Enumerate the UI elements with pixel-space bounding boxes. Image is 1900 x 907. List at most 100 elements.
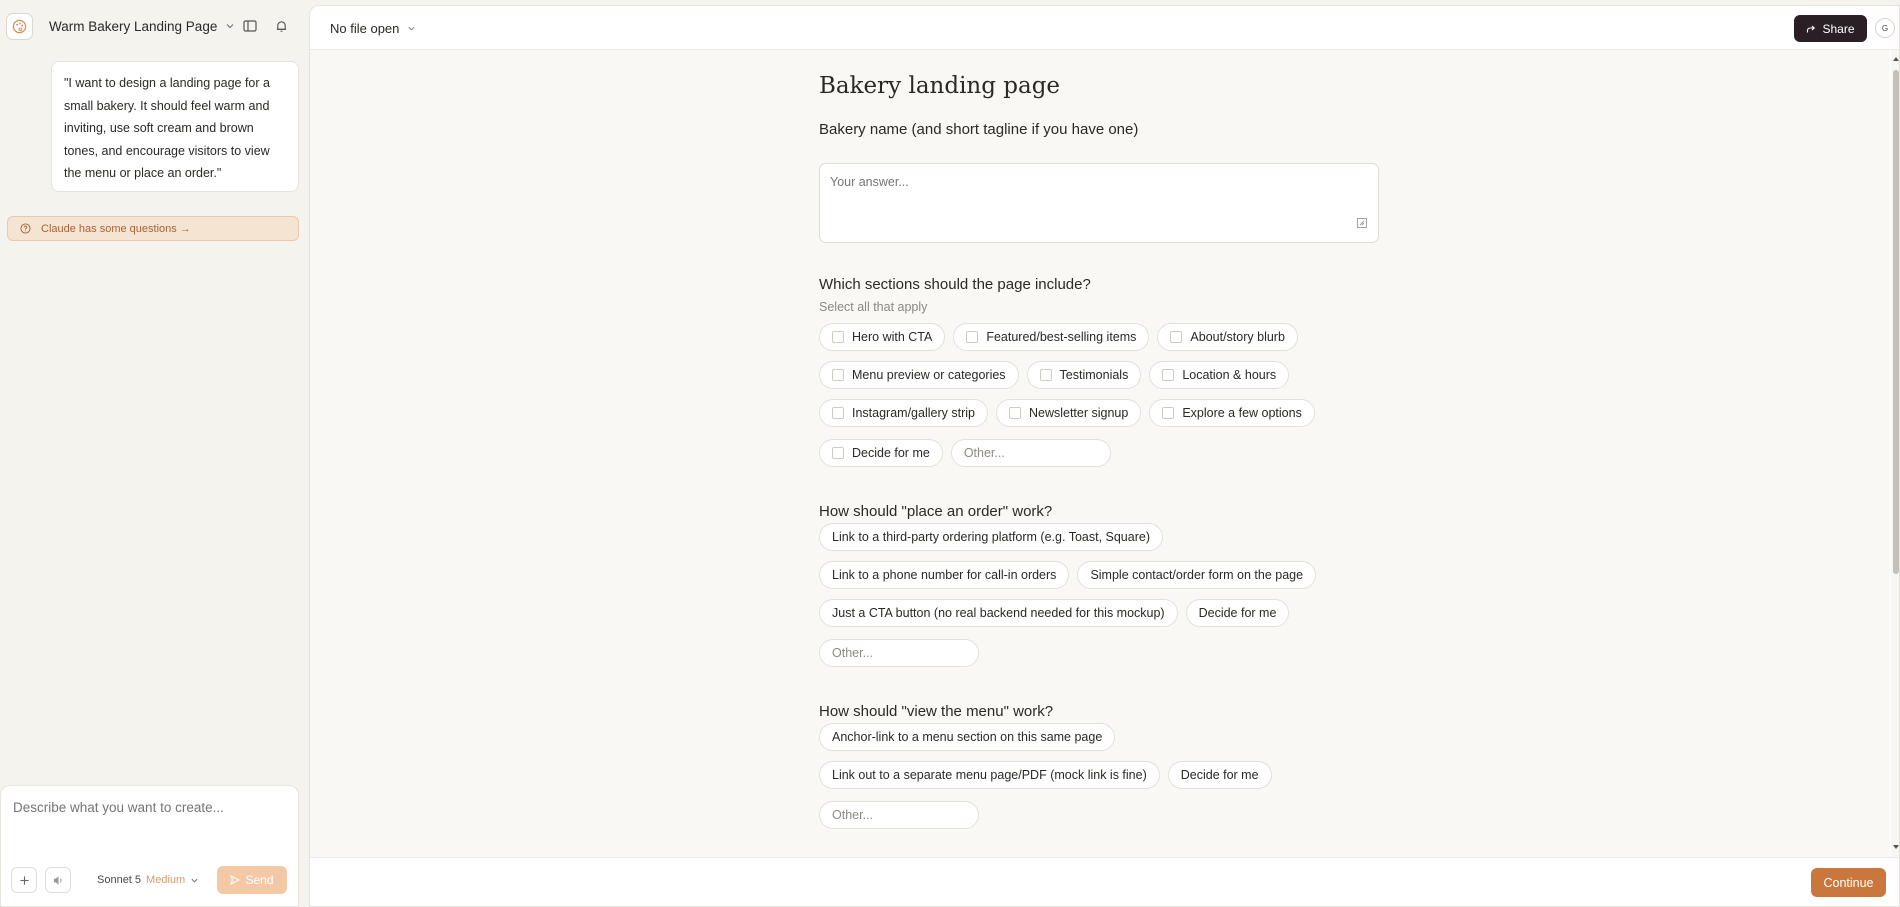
notification-icon[interactable] xyxy=(271,16,291,36)
share-arrow-icon xyxy=(1806,24,1816,34)
order-other-input[interactable]: Other... xyxy=(819,639,979,667)
question-sections-hint: Select all that apply xyxy=(819,300,928,314)
menu-other-input[interactable]: Other... xyxy=(819,801,979,829)
questions-notice-label: Claude has some questions → xyxy=(41,222,191,235)
questions-notice[interactable]: Claude has some questions → xyxy=(7,216,299,241)
checkbox[interactable] xyxy=(1008,407,1021,419)
checkbox[interactable] xyxy=(966,331,979,343)
option-label: Link to a third-party ordering platform … xyxy=(832,530,1150,544)
palette-icon[interactable] xyxy=(6,12,33,40)
option-label: Instagram/gallery strip xyxy=(852,406,975,420)
option-hero-with-cta[interactable]: Hero with CTA xyxy=(819,323,946,351)
avatar[interactable]: G xyxy=(1875,18,1895,38)
file-selector[interactable]: No file open xyxy=(330,21,416,36)
topbar: No file open Share G xyxy=(310,6,1899,50)
option-phone-orders[interactable]: Link to a phone number for call-in order… xyxy=(819,561,1070,589)
option-label: Featured/best-selling items xyxy=(986,330,1137,344)
project-title[interactable]: Warm Bakery Landing Page xyxy=(49,19,217,34)
chevron-down-icon[interactable] xyxy=(225,21,235,31)
option-label: Decide for me xyxy=(1198,606,1277,620)
share-button[interactable]: Share xyxy=(1794,15,1867,42)
checkbox[interactable] xyxy=(1039,369,1052,381)
scrollbar[interactable] xyxy=(1891,50,1899,857)
option-third-party-ordering[interactable]: Link to a third-party ordering platform … xyxy=(819,523,1163,551)
chevron-down-icon xyxy=(407,24,416,33)
checkbox[interactable] xyxy=(1170,331,1183,343)
option-location-hours[interactable]: Location & hours xyxy=(1149,361,1290,389)
option-label: Newsletter signup xyxy=(1028,406,1129,420)
sections-row-2: Menu preview or categories Testimonials … xyxy=(819,361,1290,389)
option-decide-for-me[interactable]: Decide for me xyxy=(819,439,943,467)
option-about-story[interactable]: About/story blurb xyxy=(1157,323,1298,351)
option-menu-preview[interactable]: Menu preview or categories xyxy=(819,361,1019,389)
option-label: About/story blurb xyxy=(1190,330,1285,344)
send-label: Send xyxy=(245,873,274,887)
option-decide-for-me[interactable]: Decide for me xyxy=(1185,599,1290,627)
checkbox[interactable] xyxy=(1162,407,1175,419)
option-label: Anchor-link to a menu section on this sa… xyxy=(832,730,1103,744)
order-row-3: Just a CTA button (no real backend neede… xyxy=(819,599,1290,627)
other-placeholder: Other... xyxy=(832,808,873,822)
option-label: Explore a few options xyxy=(1182,406,1302,420)
voice-icon[interactable] xyxy=(45,867,71,893)
option-testimonials[interactable]: Testimonials xyxy=(1026,361,1142,389)
sections-row-1: Hero with CTA Featured/best-selling item… xyxy=(819,323,1298,351)
other-placeholder: Other... xyxy=(963,446,1005,460)
menu-row-1: Anchor-link to a menu section on this sa… xyxy=(819,723,1116,751)
option-order-form[interactable]: Simple contact/order form on the page xyxy=(1077,561,1317,589)
page-title: Bakery landing page xyxy=(819,73,1061,99)
add-attachment-button[interactable] xyxy=(11,867,37,893)
option-label: Location & hours xyxy=(1182,368,1277,382)
scroll-down-icon[interactable] xyxy=(1893,845,1899,849)
user-message: "I want to design a landing page for a s… xyxy=(51,61,299,192)
file-label: No file open xyxy=(330,21,400,36)
option-label: Simple contact/order form on the page xyxy=(1090,568,1304,582)
order-row-4: Other... xyxy=(819,639,979,667)
form-content: Bakery landing page Bakery name (and sho… xyxy=(310,50,1890,857)
bakery-name-input[interactable] xyxy=(819,163,1379,243)
model-select[interactable]: Sonnet 5 Medium xyxy=(97,874,199,886)
option-anchor-link[interactable]: Anchor-link to a menu section on this sa… xyxy=(819,723,1116,751)
question-place-order: How should "place an order" work? xyxy=(819,503,1053,520)
sidebar-header: Warm Bakery Landing Page xyxy=(0,0,307,52)
checkbox[interactable] xyxy=(832,369,844,381)
option-cta-button[interactable]: Just a CTA button (no real backend neede… xyxy=(819,599,1178,627)
option-label: Hero with CTA xyxy=(852,330,933,344)
option-featured-items[interactable]: Featured/best-selling items xyxy=(953,323,1150,351)
send-button[interactable]: Send xyxy=(217,866,287,894)
checkbox[interactable] xyxy=(832,407,844,419)
checkbox[interactable] xyxy=(832,447,844,459)
sections-row-3: Instagram/gallery strip Newsletter signu… xyxy=(819,399,1315,427)
model-effort: Medium xyxy=(146,874,186,886)
scroll-up-icon[interactable] xyxy=(1893,57,1899,61)
sidebar-toggle-icon[interactable] xyxy=(240,16,260,36)
model-name: Sonnet 5 xyxy=(97,874,142,886)
option-decide-for-me[interactable]: Decide for me xyxy=(1167,761,1272,789)
sidebar: Warm Bakery Landing Page "I want to desi… xyxy=(0,0,307,907)
option-newsletter[interactable]: Newsletter signup xyxy=(995,399,1142,427)
option-explore-options[interactable]: Explore a few options xyxy=(1149,399,1315,427)
menu-row-2: Link out to a separate menu page/PDF (mo… xyxy=(819,761,1272,789)
option-label: Testimonials xyxy=(1059,368,1129,382)
option-label: Menu preview or categories xyxy=(852,368,1006,382)
send-icon xyxy=(230,875,241,885)
question-view-menu: How should "view the menu" work? xyxy=(819,703,1054,720)
scrollbar-thumb[interactable] xyxy=(1893,70,1899,574)
checkbox[interactable] xyxy=(832,331,844,343)
question-sections: Which sections should the page include? xyxy=(819,276,1091,293)
option-instagram-gallery[interactable]: Instagram/gallery strip xyxy=(819,399,988,427)
resize-handle-icon[interactable] xyxy=(1357,218,1367,228)
sections-other-input[interactable]: Other... xyxy=(950,439,1111,467)
option-label: Decide for me xyxy=(852,446,930,460)
prompt-input[interactable] xyxy=(13,800,283,815)
main-panel: No file open Share G Bakery landing page… xyxy=(309,5,1900,907)
option-label: Link out to a separate menu page/PDF (mo… xyxy=(832,768,1147,782)
sections-row-4: Decide for me Other... xyxy=(819,439,1111,467)
other-placeholder: Other... xyxy=(832,646,873,660)
option-label: Link to a phone number for call-in order… xyxy=(832,568,1057,582)
share-label: Share xyxy=(1822,21,1855,36)
checkbox[interactable] xyxy=(1162,369,1175,381)
continue-button[interactable]: Continue xyxy=(1811,868,1886,897)
option-separate-menu-page[interactable]: Link out to a separate menu page/PDF (mo… xyxy=(819,761,1160,789)
order-row-2: Link to a phone number for call-in order… xyxy=(819,561,1317,589)
